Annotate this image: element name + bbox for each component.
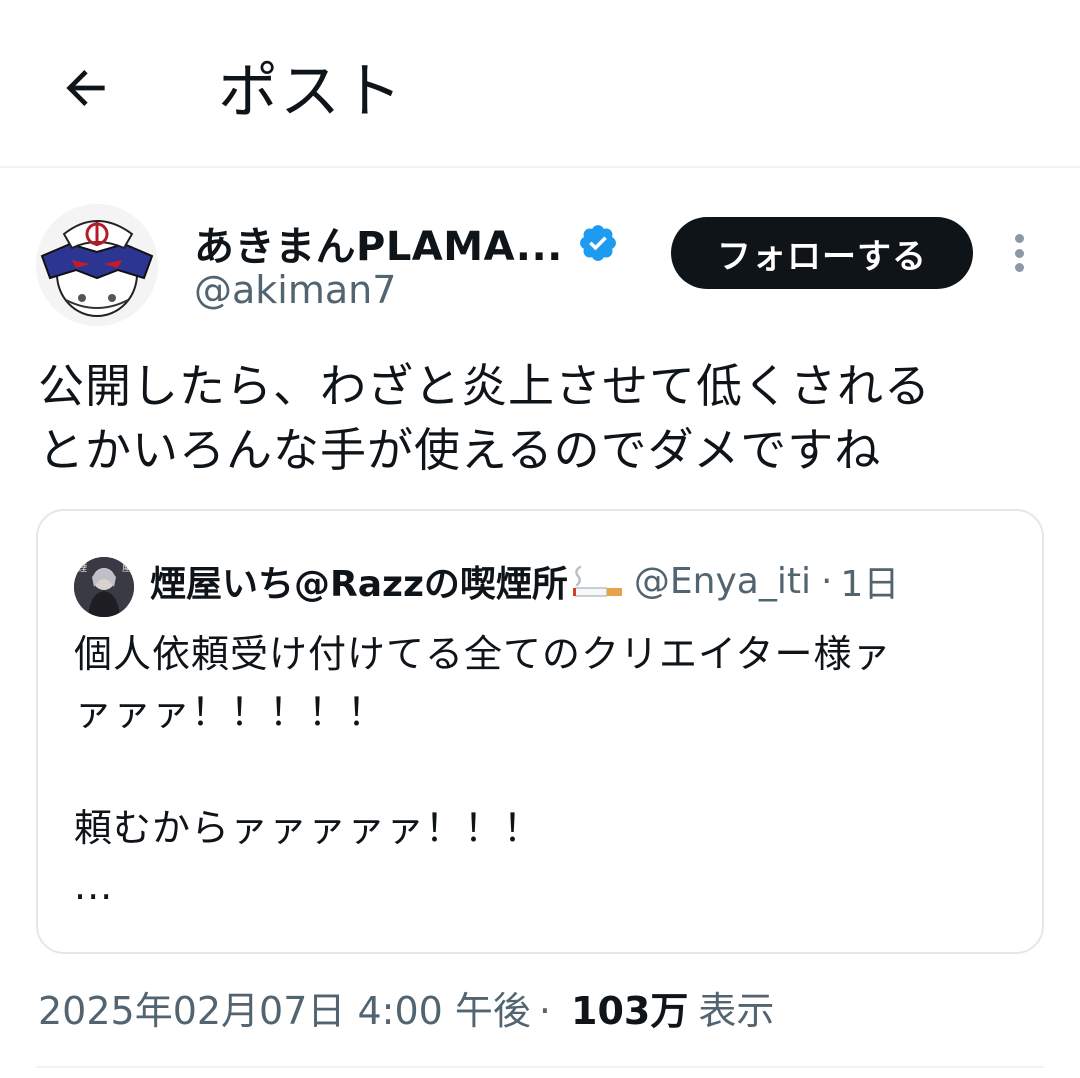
quoted-display-name[interactable]: 煙屋いち@Razzの喫煙所 <box>150 555 568 607</box>
back-button[interactable] <box>50 52 122 124</box>
quoted-header: 煙屋いち@Razzの喫煙所 @Enya_iti · 1日 <box>150 555 899 607</box>
more-options-button[interactable] <box>1002 228 1036 278</box>
post-text-line: 公開したら、わざと炎上させて低くされる <box>38 359 931 413</box>
views-count[interactable]: 103万 <box>571 980 688 1035</box>
author-name-row[interactable]: あきまんPLAMA... <box>194 214 619 272</box>
cigarette-icon <box>572 565 622 597</box>
post-timestamp[interactable]: 2025年02月07日 4:00 午後 <box>38 980 531 1035</box>
svg-text:屋: 屋 <box>122 563 131 574</box>
post-text-line: とかいろんな手が使えるのでダメですね <box>38 423 882 477</box>
quoted-avatar[interactable]: 煙 屋 <box>74 557 134 617</box>
post-author: あきまんPLAMA... @akiman7 フォローする <box>36 204 1046 334</box>
arrow-left-icon <box>66 70 105 106</box>
page-title: ポスト <box>218 57 404 127</box>
avatar[interactable] <box>36 204 158 326</box>
verified-badge-icon <box>579 225 616 261</box>
follow-button[interactable]: フォローする <box>671 217 973 289</box>
quoted-text: 個人依頼受け付けてる全てのクリエイター様ァ ァァァ！！！！！ 頼むからァァァァァ… <box>74 632 892 908</box>
more-vertical-icon <box>1014 234 1024 243</box>
quoted-handle[interactable]: @Enya_iti <box>634 561 811 602</box>
quoted-post-card[interactable]: 煙 屋 煙屋いち@Razzの喫煙所 @Enya_iti · 1日 個人依頼受け付… <box>36 509 1044 954</box>
top-app-bar: ポスト <box>0 0 1080 168</box>
post-text: 公開したら、わざと炎上させて低くされる とかいろんな手が使えるのでダメですね <box>38 354 1048 482</box>
svg-text:煙: 煙 <box>78 563 87 574</box>
author-display-name[interactable]: あきまんPLAMA... <box>194 214 563 272</box>
views-label: 表示 <box>698 989 775 1033</box>
separator-dot: · <box>538 989 551 1033</box>
post-meta: 2025年02月07日 4:00 午後 · 103万 表示 <box>38 980 774 1035</box>
author-handle[interactable]: @akiman7 <box>194 268 396 312</box>
divider <box>36 1066 1044 1068</box>
separator-dot: · <box>820 560 833 602</box>
quoted-time[interactable]: 1日 <box>840 555 899 607</box>
